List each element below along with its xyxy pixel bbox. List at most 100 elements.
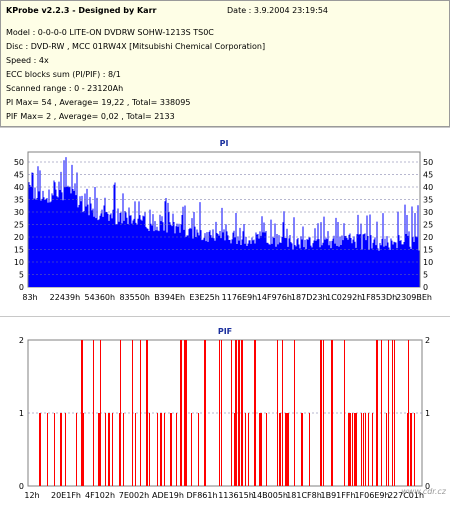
pif-bar xyxy=(368,413,369,486)
pif-bar xyxy=(100,340,101,486)
y-tick-label: 30 xyxy=(14,208,24,217)
pif-bar xyxy=(365,413,366,486)
pif-bar xyxy=(132,340,133,486)
pif-bar xyxy=(377,340,378,486)
pif-bar xyxy=(279,413,281,486)
pif-bar xyxy=(356,413,357,486)
y-tick-label-right: 25 xyxy=(423,221,433,230)
pif-bar xyxy=(323,340,324,486)
y-tick-label: 45 xyxy=(14,171,24,180)
y-tick-label-right: 5 xyxy=(423,271,428,280)
pif-bar xyxy=(394,340,395,486)
pif-bar xyxy=(361,413,362,486)
pif-bar xyxy=(350,413,351,486)
pif-bar xyxy=(184,340,186,486)
pif-bar xyxy=(176,413,177,486)
pif-bar xyxy=(60,413,61,486)
y-tick-label: 2 xyxy=(19,336,24,345)
scanned-range-line: Scanned range : 0 - 23120Ah xyxy=(6,84,124,93)
pif-bar xyxy=(352,413,353,486)
scan-date: Date : 3.9.2004 23:19:54 xyxy=(227,6,328,15)
pif-bar xyxy=(261,413,262,486)
pif-bar xyxy=(372,413,373,486)
pif-bar xyxy=(231,340,232,486)
pif-bar xyxy=(221,340,222,486)
pif-bar xyxy=(146,340,148,486)
info-panel: KProbe v2.2.3 - Designed by Karr Date : … xyxy=(0,0,450,127)
pif-bar xyxy=(388,340,389,486)
pif-bar xyxy=(235,340,237,486)
x-tick-label: 7E002h xyxy=(119,491,149,500)
pif-bar xyxy=(98,413,99,486)
pif-bar xyxy=(282,340,283,486)
pif-bar xyxy=(363,413,364,486)
pif-bar xyxy=(392,340,393,486)
x-tick-label: 22439h xyxy=(50,293,81,302)
pif-bar xyxy=(198,413,199,486)
y-tick-label-right: 15 xyxy=(423,246,433,255)
x-tick-label: 12h xyxy=(24,491,39,500)
pif-bar xyxy=(344,340,345,486)
pif-bar xyxy=(61,413,62,486)
pif-bar xyxy=(386,413,387,486)
pif-bar xyxy=(376,340,377,486)
x-tick-label: 20E1Fh xyxy=(51,491,81,500)
x-tick-label: 4F102h xyxy=(85,491,115,500)
x-tick-label: 14F976h xyxy=(257,293,292,302)
pif-bar xyxy=(181,340,182,486)
y-tick-label-right: 35 xyxy=(423,196,433,205)
pif-bar xyxy=(277,340,278,486)
x-tick-label: 2309BEh xyxy=(396,293,432,302)
x-tick-label: 181CF8h xyxy=(286,491,322,500)
pif-bar xyxy=(259,413,261,486)
pif-bar xyxy=(76,413,77,486)
pif-bar xyxy=(40,413,41,486)
pif-bar xyxy=(164,413,165,486)
disc-line: Disc : DVD-RW , MCC 01RW4X [Mitsubishi C… xyxy=(6,42,266,51)
x-tick-label: 1F853Dh xyxy=(361,293,397,302)
pif-bar xyxy=(105,413,106,486)
x-tick-label: 187D23h xyxy=(291,293,328,302)
pif-bar xyxy=(414,413,415,486)
y-tick-label: 5 xyxy=(19,271,24,280)
pif-bar xyxy=(123,413,124,486)
y-tick-label: 40 xyxy=(14,183,24,192)
pif-bar xyxy=(294,340,295,486)
pif-bar xyxy=(83,413,84,486)
y-tick-label: 35 xyxy=(14,196,24,205)
pif-bar xyxy=(266,413,267,486)
y-tick-label: 50 xyxy=(14,158,24,167)
pif-bar xyxy=(287,413,289,486)
pif-bar xyxy=(354,413,356,486)
pif-bar xyxy=(408,340,409,486)
pif-bar xyxy=(170,413,172,486)
pif-bar xyxy=(120,340,121,486)
pif-bar xyxy=(81,340,82,486)
pif-bar xyxy=(301,413,303,486)
pif-summary-line: PIF Max= 2 , Average= 0,02 , Total= 2133 xyxy=(6,112,175,121)
pif-bar xyxy=(331,340,333,486)
pif-bar xyxy=(191,413,192,486)
pi-chart-panel: PI 0 0 5 5 10 10 15 15 20 20 25 25 30 30 35 35 40 40 45 45 50… xyxy=(0,127,450,313)
pi-summary-line: PI Max= 54 , Average= 19,22 , Total= 338… xyxy=(6,98,191,107)
pif-chart-panel: PIF 0 0 1 1 2 2 12h 20E1Fh 4F102h 7E002h ADE19h DF86… xyxy=(0,316,450,501)
y-tick-label: 20 xyxy=(14,233,24,242)
y-tick-label: 10 xyxy=(14,258,24,267)
pif-bar xyxy=(112,413,113,486)
watermark: www.cdr.cz xyxy=(401,487,446,496)
app-title: KProbe v2.2.3 - Designed by Karr xyxy=(6,6,157,15)
pif-bar xyxy=(93,340,94,486)
x-tick-label: 1176E9h xyxy=(222,293,258,302)
pif-bar xyxy=(245,413,246,486)
pif-bar xyxy=(309,413,310,486)
x-tick-label: 1C0292h xyxy=(326,293,362,302)
pif-bar xyxy=(161,413,162,486)
y-tick-label: 25 xyxy=(14,221,24,230)
y-tick-label: 1 xyxy=(19,409,24,418)
pif-bar xyxy=(320,340,322,486)
pif-bar xyxy=(140,340,141,486)
pif-bar xyxy=(186,340,187,486)
pif-bar xyxy=(407,413,408,486)
y-tick-label-right: 30 xyxy=(423,208,433,217)
pif-bar xyxy=(219,340,220,486)
